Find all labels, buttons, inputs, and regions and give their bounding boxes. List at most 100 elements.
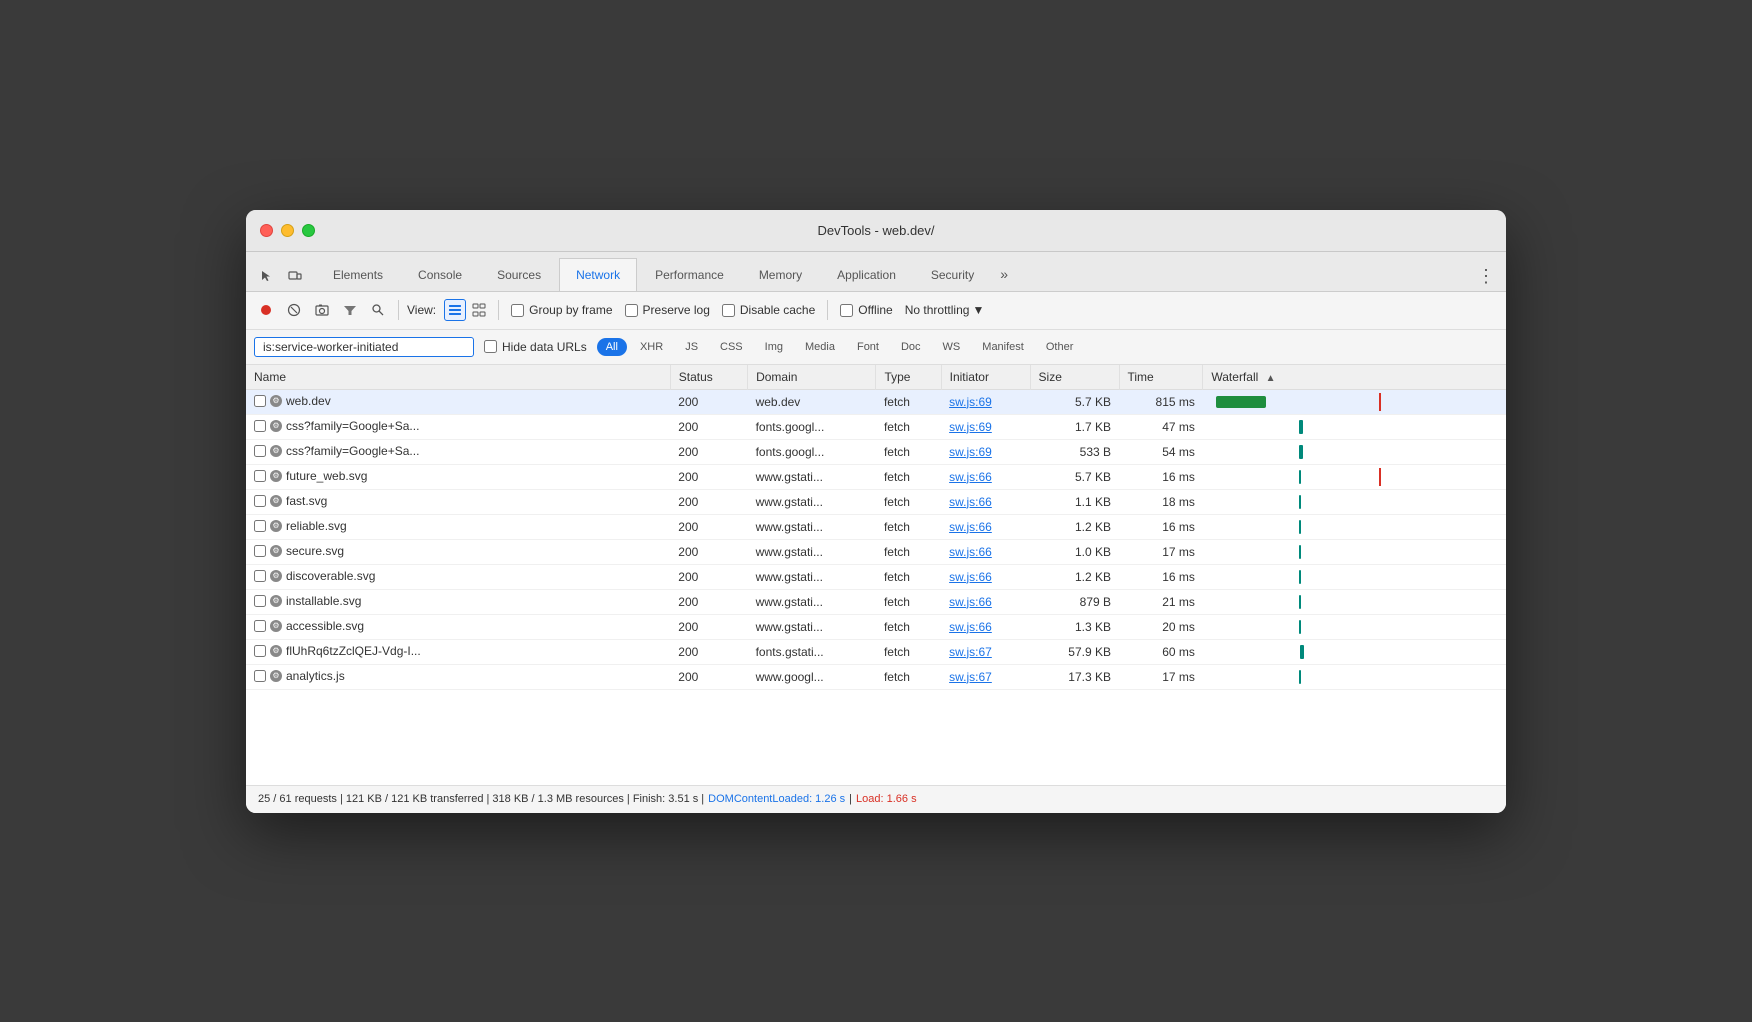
toolbar-divider-1 [398, 300, 399, 320]
filter-chip-manifest[interactable]: Manifest [973, 338, 1033, 356]
cell-initiator[interactable]: sw.js:67 [941, 639, 1030, 664]
table-row[interactable]: ⚙ css?family=Google+Sa... 200fonts.googl… [246, 439, 1506, 464]
table-row[interactable]: ⚙ reliable.svg 200www.gstati...fetchsw.j… [246, 514, 1506, 539]
disable-cache-checkbox[interactable]: Disable cache [722, 303, 815, 317]
tab-more-button[interactable]: » [992, 258, 1016, 291]
filter-chip-doc[interactable]: Doc [892, 338, 930, 356]
filter-chip-all[interactable]: All [597, 338, 627, 356]
cell-initiator[interactable]: sw.js:66 [941, 564, 1030, 589]
service-worker-icon: ⚙ [270, 595, 282, 607]
tab-memory[interactable]: Memory [742, 258, 819, 291]
cell-initiator[interactable]: sw.js:66 [941, 539, 1030, 564]
row-checkbox[interactable] [254, 570, 266, 582]
cell-status: 200 [670, 664, 747, 689]
tab-network[interactable]: Network [559, 258, 637, 291]
filter-chip-js[interactable]: JS [676, 338, 707, 356]
th-domain[interactable]: Domain [748, 365, 876, 390]
table-row[interactable]: ⚙ accessible.svg 200www.gstati...fetchsw… [246, 614, 1506, 639]
filter-chip-ws[interactable]: WS [934, 338, 970, 356]
tab-sources[interactable]: Sources [480, 258, 558, 291]
throttle-select[interactable]: No throttling ▼ [905, 303, 985, 317]
cursor-icon[interactable] [256, 265, 278, 287]
cell-initiator[interactable]: sw.js:69 [941, 389, 1030, 414]
row-checkbox[interactable] [254, 620, 266, 632]
th-status[interactable]: Status [670, 365, 747, 390]
filter-chip-font[interactable]: Font [848, 338, 888, 356]
cell-initiator[interactable]: sw.js:66 [941, 489, 1030, 514]
tab-application[interactable]: Application [820, 258, 913, 291]
list-view-button[interactable] [444, 299, 466, 321]
tab-console[interactable]: Console [401, 258, 479, 291]
tab-elements[interactable]: Elements [316, 258, 400, 291]
filter-chip-css[interactable]: CSS [711, 338, 752, 356]
cell-domain: fonts.googl... [748, 414, 876, 439]
screenshot-button[interactable] [310, 298, 334, 322]
cell-initiator[interactable]: sw.js:69 [941, 439, 1030, 464]
th-time[interactable]: Time [1119, 365, 1203, 390]
row-checkbox[interactable] [254, 420, 266, 432]
th-waterfall[interactable]: Waterfall ▲ [1203, 365, 1506, 390]
table-row[interactable]: ⚙ flUhRq6tzZclQEJ-Vdg-I... 200fonts.gsta… [246, 639, 1506, 664]
service-worker-icon: ⚙ [270, 670, 282, 682]
tree-view-button[interactable] [468, 299, 490, 321]
table-row[interactable]: ⚙ css?family=Google+Sa... 200fonts.googl… [246, 414, 1506, 439]
cell-type: fetch [876, 614, 941, 639]
table-row[interactable]: ⚙ analytics.js 200www.googl...fetchsw.js… [246, 664, 1506, 689]
filter-input[interactable] [254, 337, 474, 357]
offline-checkbox[interactable]: Offline [840, 303, 892, 317]
cell-time: 16 ms [1119, 464, 1203, 489]
filter-chip-media[interactable]: Media [796, 338, 844, 356]
more-options-button[interactable]: ⋮ [1477, 266, 1496, 287]
row-checkbox[interactable] [254, 395, 266, 407]
file-name: flUhRq6tzZclQEJ-Vdg-I... [286, 644, 421, 658]
clear-button[interactable] [282, 298, 306, 322]
table-row[interactable]: ⚙ fast.svg 200www.gstati...fetchsw.js:66… [246, 489, 1506, 514]
th-name[interactable]: Name [246, 365, 670, 390]
row-checkbox[interactable] [254, 445, 266, 457]
device-toggle-icon[interactable] [284, 265, 306, 287]
cell-time: 16 ms [1119, 514, 1203, 539]
cell-initiator[interactable]: sw.js:67 [941, 664, 1030, 689]
filter-button[interactable] [338, 298, 362, 322]
preserve-log-checkbox[interactable]: Preserve log [625, 303, 710, 317]
row-checkbox[interactable] [254, 595, 266, 607]
minimize-button[interactable] [281, 224, 294, 237]
table-row[interactable]: ⚙ secure.svg 200www.gstati...fetchsw.js:… [246, 539, 1506, 564]
tab-performance[interactable]: Performance [638, 258, 741, 291]
th-initiator[interactable]: Initiator [941, 365, 1030, 390]
filter-chip-img[interactable]: Img [756, 338, 792, 356]
th-size[interactable]: Size [1030, 365, 1119, 390]
group-by-frame-checkbox[interactable]: Group by frame [511, 303, 612, 317]
row-checkbox[interactable] [254, 495, 266, 507]
table-row[interactable]: ⚙ installable.svg 200www.gstati...fetchs… [246, 589, 1506, 614]
cell-size: 1.7 KB [1030, 414, 1119, 439]
table-row[interactable]: ⚙ web.dev 200web.devfetchsw.js:695.7 KB8… [246, 389, 1506, 414]
row-checkbox[interactable] [254, 645, 266, 657]
cell-type: fetch [876, 514, 941, 539]
cell-initiator[interactable]: sw.js:66 [941, 589, 1030, 614]
hide-data-urls-checkbox[interactable]: Hide data URLs [484, 340, 587, 354]
cell-initiator[interactable]: sw.js:66 [941, 514, 1030, 539]
filter-chip-other[interactable]: Other [1037, 338, 1083, 356]
cell-initiator[interactable]: sw.js:66 [941, 464, 1030, 489]
row-checkbox[interactable] [254, 520, 266, 532]
cell-size: 17.3 KB [1030, 664, 1119, 689]
record-button[interactable] [254, 298, 278, 322]
table-row[interactable]: ⚙ future_web.svg 200www.gstati...fetchsw… [246, 464, 1506, 489]
search-button[interactable] [366, 298, 390, 322]
cell-type: fetch [876, 589, 941, 614]
maximize-button[interactable] [302, 224, 315, 237]
cell-name: ⚙ future_web.svg [246, 464, 670, 489]
cell-domain: www.gstati... [748, 614, 876, 639]
cell-time: 21 ms [1119, 589, 1203, 614]
filter-chip-xhr[interactable]: XHR [631, 338, 672, 356]
table-row[interactable]: ⚙ discoverable.svg 200www.gstati...fetch… [246, 564, 1506, 589]
tab-security[interactable]: Security [914, 258, 991, 291]
close-button[interactable] [260, 224, 273, 237]
th-type[interactable]: Type [876, 365, 941, 390]
row-checkbox[interactable] [254, 545, 266, 557]
cell-initiator[interactable]: sw.js:66 [941, 614, 1030, 639]
row-checkbox[interactable] [254, 470, 266, 482]
cell-initiator[interactable]: sw.js:69 [941, 414, 1030, 439]
row-checkbox[interactable] [254, 670, 266, 682]
